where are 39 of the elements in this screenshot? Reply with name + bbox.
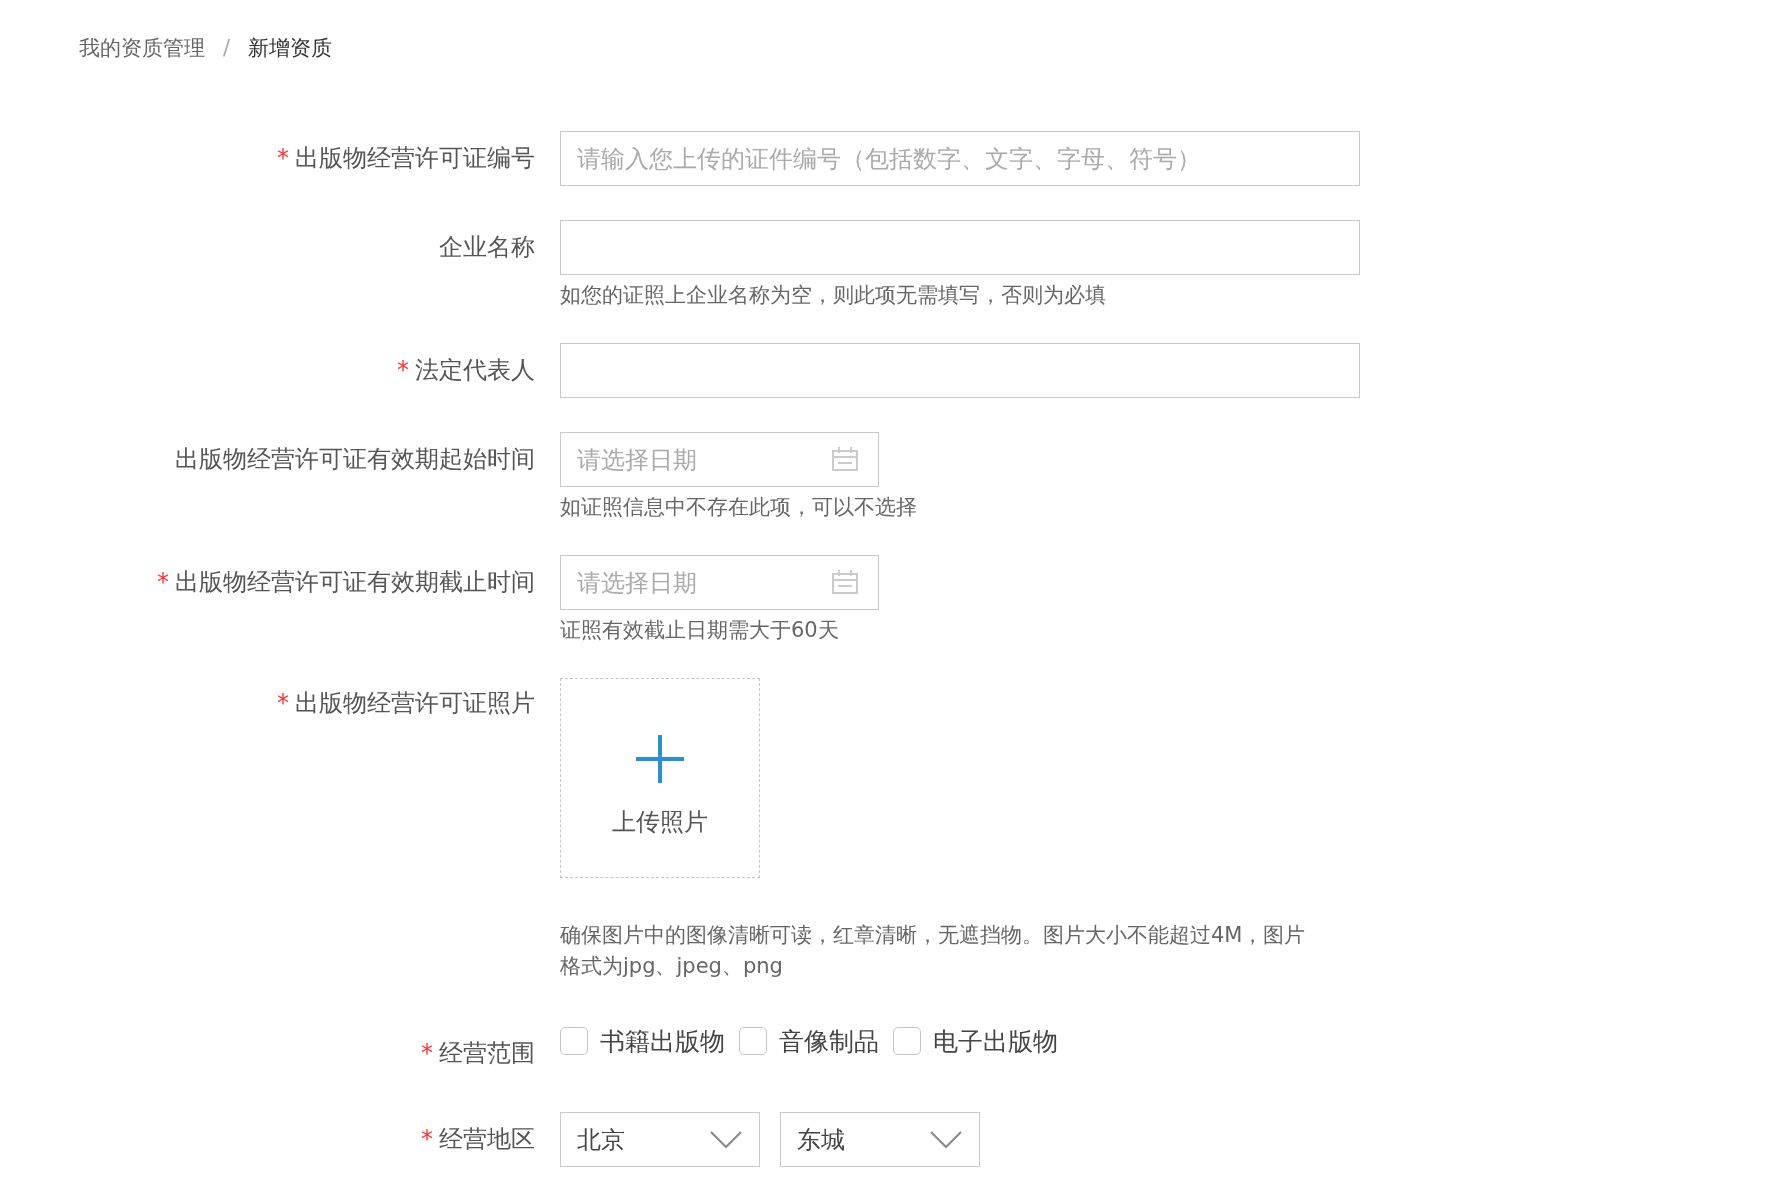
- dropdown-select[interactable]: 东城: [780, 1112, 980, 1167]
- field-label: 出版物经营许可证有效期起始时间: [175, 444, 535, 475]
- required-mark: *: [277, 143, 289, 174]
- input-field[interactable]: [560, 220, 1360, 275]
- required-mark: *: [421, 1038, 433, 1069]
- calendar-icon: [831, 446, 859, 472]
- required-mark: *: [397, 355, 409, 386]
- upload-button[interactable]: 上传照片: [560, 678, 760, 878]
- hint-text: 如您的证照上企业名称为空，则此项无需填写，否则为必填: [560, 282, 1106, 309]
- input-field[interactable]: [560, 343, 1360, 398]
- checkbox-label[interactable]: 音像制品: [779, 1024, 879, 1058]
- checkbox[interactable]: [739, 1027, 767, 1055]
- date-field[interactable]: 请选择日期: [560, 555, 879, 610]
- required-mark: *: [277, 688, 289, 719]
- checkbox[interactable]: [560, 1027, 588, 1055]
- field-label: 出版物经营许可证有效期截止时间: [175, 567, 535, 598]
- date-field[interactable]: 请选择日期: [560, 432, 879, 487]
- hint-text: 如证照信息中不存在此项，可以不选择: [560, 494, 917, 521]
- field-label: 出版物经营许可证照片: [295, 688, 535, 719]
- field-label: 法定代表人: [415, 355, 535, 386]
- hint-text: 确保图片中的图像清晰可读，红章清晰，无遮挡物。图片大小不能超过4M，图片格式为jpg、jpeg、png: [560, 922, 1307, 980]
- breadcrumb-link[interactable]: 我的资质管理: [79, 34, 205, 62]
- field-label: 经营范围: [439, 1038, 535, 1069]
- required-mark: *: [421, 1124, 433, 1155]
- plus-icon: [635, 734, 685, 784]
- chevron-down-icon: [709, 1129, 743, 1150]
- chevron-down-icon: [929, 1129, 963, 1150]
- hint-text: 证照有效截止日期需大于60天: [560, 617, 839, 644]
- field-label: 出版物经营许可证编号: [295, 143, 535, 174]
- checkbox-label[interactable]: 书籍出版物: [600, 1024, 725, 1058]
- calendar-icon: [831, 569, 859, 595]
- checkbox[interactable]: [893, 1027, 921, 1055]
- field-label: 经营地区: [439, 1124, 535, 1155]
- field-label: 企业名称: [439, 232, 535, 263]
- required-mark: *: [157, 567, 169, 598]
- dropdown-select[interactable]: 北京: [560, 1112, 760, 1167]
- breadcrumb-separator: /: [223, 36, 231, 60]
- input-field[interactable]: 请输入您上传的证件编号（包括数字、文字、字母、符号）: [560, 131, 1360, 186]
- checkbox-label[interactable]: 电子出版物: [933, 1024, 1058, 1058]
